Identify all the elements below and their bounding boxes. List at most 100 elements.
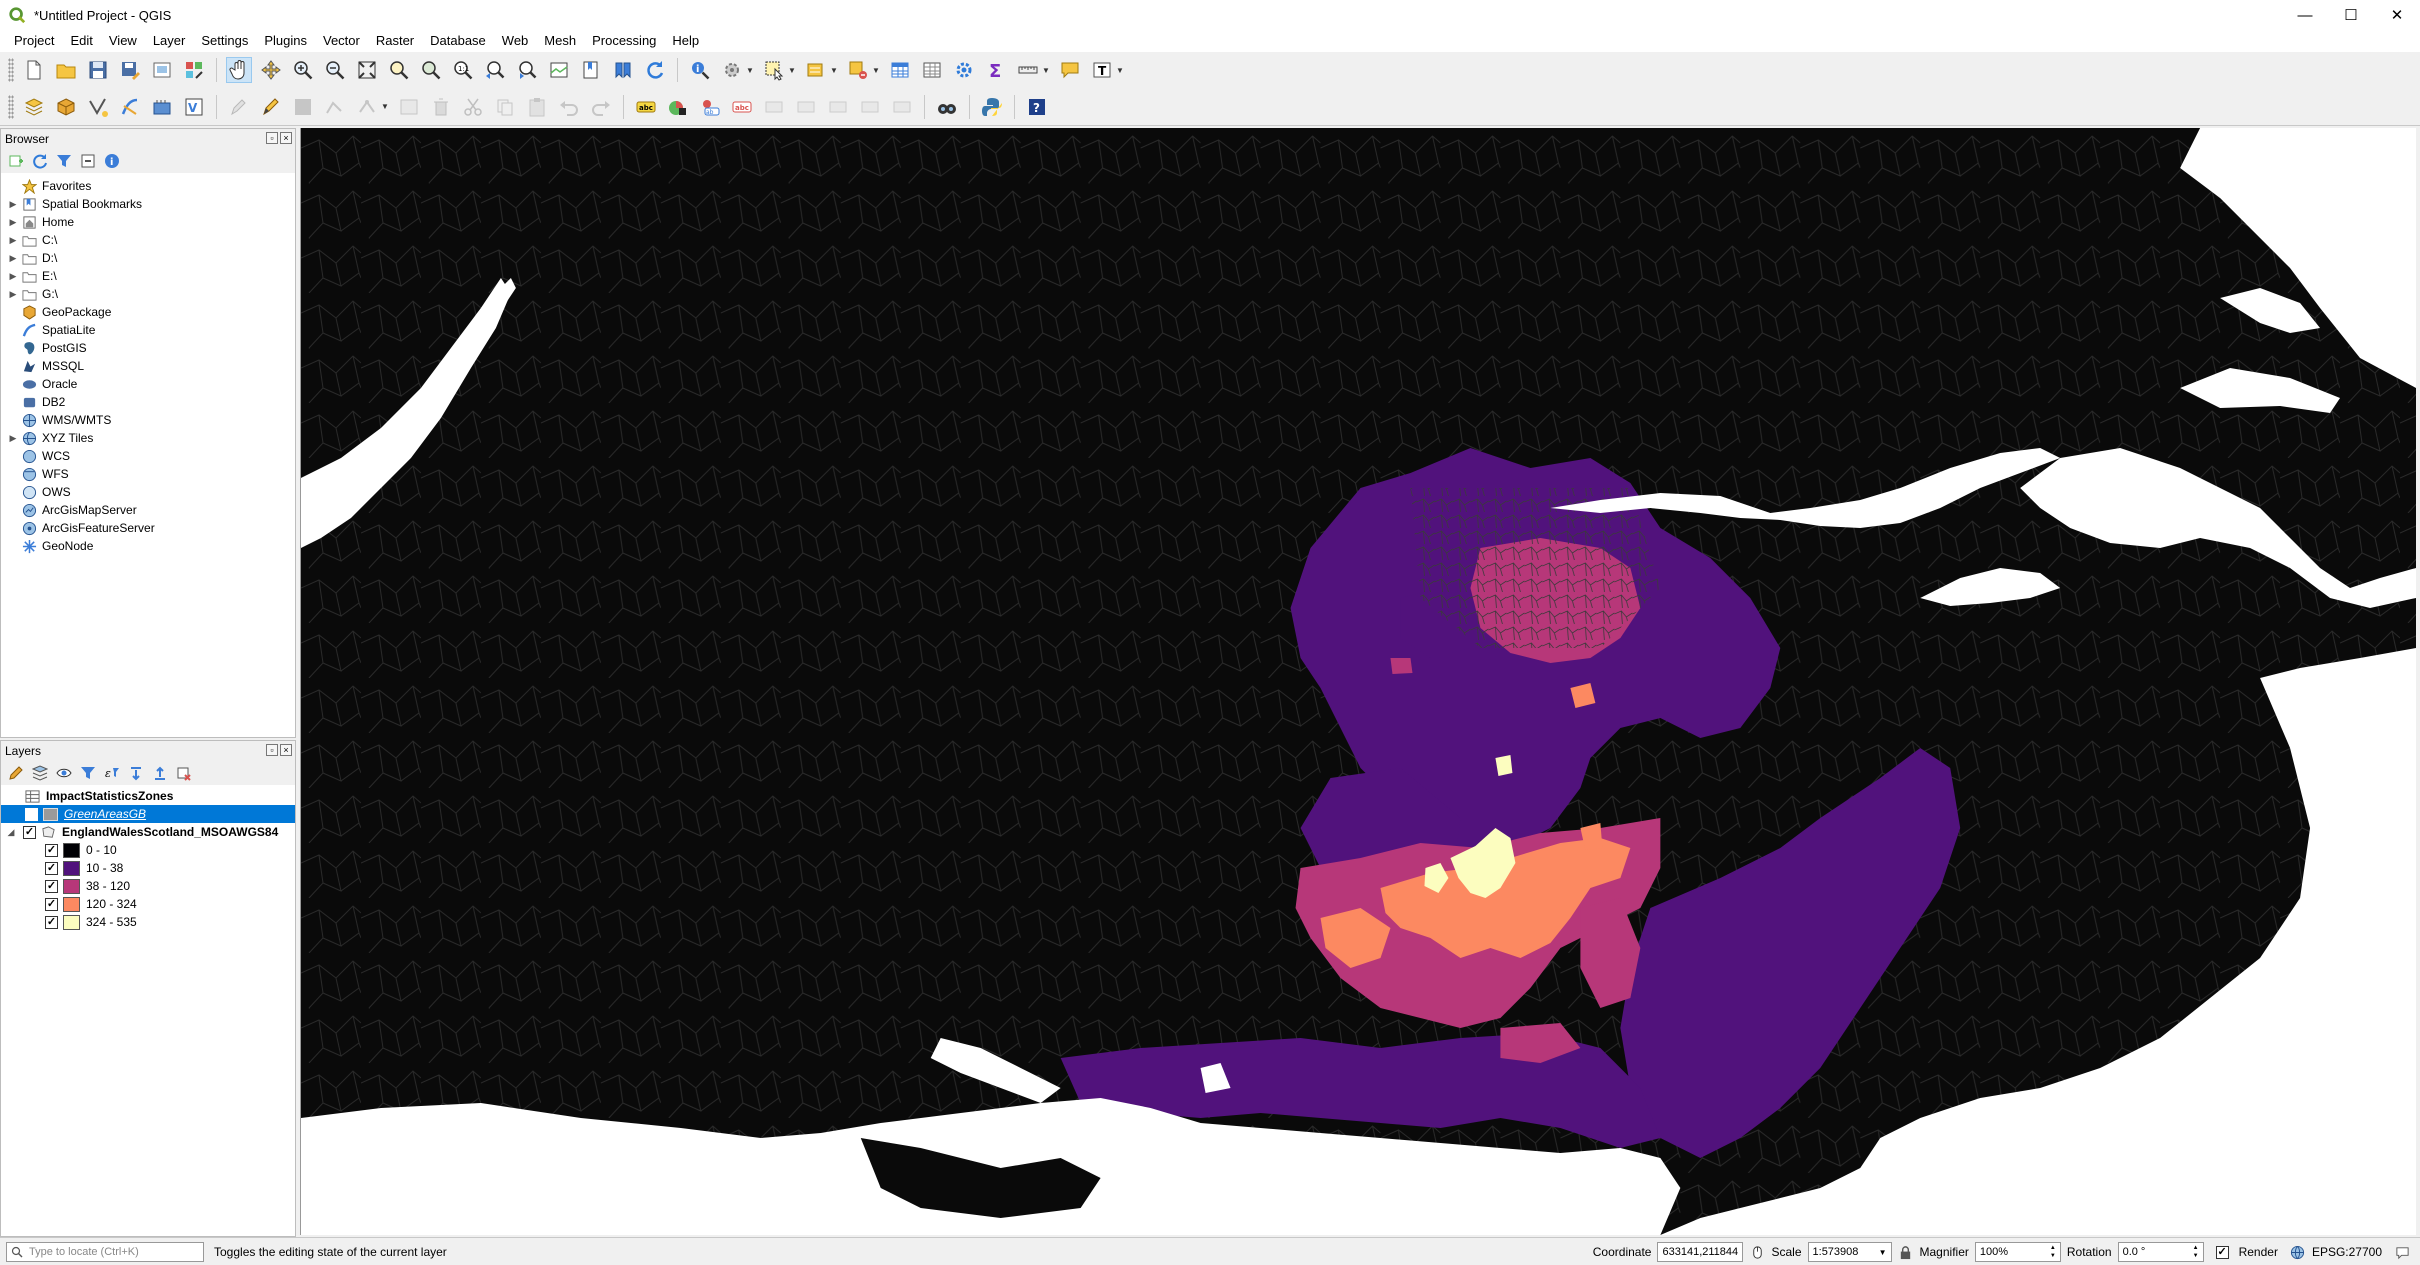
zoom-full-button[interactable] (354, 57, 380, 83)
locator-search[interactable]: Type to locate (Ctrl+K) (6, 1241, 204, 1262)
expand-arrow-icon[interactable]: ▶ (7, 289, 19, 300)
identify-features-button[interactable]: i (687, 57, 713, 83)
refresh-browser-button[interactable] (31, 152, 49, 170)
measure-dropdown[interactable]: ▼ (1042, 57, 1050, 83)
select-by-value-button[interactable] (803, 57, 829, 83)
vertex-dropdown[interactable]: ▼ (381, 94, 389, 120)
select-features-button[interactable] (761, 57, 787, 83)
new-spatialite-layer-button[interactable] (117, 94, 143, 120)
remove-layer-button[interactable] (175, 764, 193, 782)
menu-settings[interactable]: Settings (193, 30, 256, 52)
cut-features-button[interactable] (460, 94, 486, 120)
close-panel-button[interactable]: × (280, 744, 292, 756)
show-hide-labels-button[interactable] (857, 94, 883, 120)
menu-raster[interactable]: Raster (368, 30, 422, 52)
menu-edit[interactable]: Edit (62, 30, 100, 52)
filter-legend-button[interactable] (79, 764, 97, 782)
zoom-native-button[interactable]: 1:1 (450, 57, 476, 83)
expand-arrow-icon[interactable]: ▶ (7, 271, 19, 282)
crs-label[interactable]: EPSG:27700 (2312, 1245, 2382, 1259)
zoom-last-button[interactable] (482, 57, 508, 83)
paste-features-button[interactable] (524, 94, 550, 120)
refresh-button[interactable] (642, 57, 668, 83)
messages-button[interactable] (2394, 1244, 2410, 1260)
layer-diagram-button[interactable] (665, 94, 691, 120)
layer-visibility-checkbox[interactable]: ✓ (23, 825, 36, 839)
pan-to-selection-button[interactable] (258, 57, 284, 83)
show-bookmarks-button[interactable] (610, 57, 636, 83)
menu-plugins[interactable]: Plugins (256, 30, 315, 52)
zoom-in-button[interactable] (290, 57, 316, 83)
toolbar-grip[interactable] (8, 94, 14, 119)
deselect-dropdown[interactable]: ▼ (872, 57, 880, 83)
expand-arrow-icon[interactable]: ▶ (7, 235, 19, 246)
toggle-extents-button[interactable] (1749, 1244, 1765, 1260)
rotation-spinbox[interactable]: 0.0 ° ▲ ▼ (2117, 1242, 2204, 1262)
browser-item[interactable]: GeoNode (1, 537, 295, 555)
layer-labeling-button[interactable]: abc (633, 94, 659, 120)
new-map-view-button[interactable] (546, 57, 572, 83)
python-console-button[interactable] (979, 94, 1005, 120)
layer-impact-statistics-zones[interactable]: ImpactStatisticsZones (1, 787, 295, 805)
properties-button[interactable]: i (103, 152, 121, 170)
plugin-binoculars-button[interactable] (934, 94, 960, 120)
collapse-all-layers-button[interactable] (151, 764, 169, 782)
spin-arrows-icon[interactable]: ▲ ▼ (2050, 1244, 2056, 1260)
pan-map-button[interactable] (226, 57, 252, 83)
browser-item[interactable]: GeoPackage (1, 303, 295, 321)
legend-class-item[interactable]: ✓ 120 - 324 (1, 895, 295, 913)
menu-layer[interactable]: Layer (145, 30, 194, 52)
add-group-button[interactable] (31, 764, 49, 782)
browser-item[interactable]: ▶ G:\ (1, 285, 295, 303)
map-canvas[interactable] (300, 128, 2416, 1235)
new-project-button[interactable] (21, 57, 47, 83)
processing-toolbox-button[interactable] (951, 57, 977, 83)
toolbar-grip[interactable] (8, 58, 14, 82)
legend-class-checkbox[interactable]: ✓ (45, 861, 58, 875)
annotation-dropdown[interactable]: ▼ (1116, 57, 1124, 83)
collapse-arrow-icon[interactable]: ◢ (5, 827, 17, 838)
browser-item[interactable]: ArcGisMapServer (1, 501, 295, 519)
legend-class-item[interactable]: ✓ 10 - 38 (1, 859, 295, 877)
browser-item[interactable]: ▶ D:\ (1, 249, 295, 267)
zoom-to-selection-button[interactable] (386, 57, 412, 83)
action-dropdown[interactable]: ▼ (746, 57, 754, 83)
select-dropdown[interactable]: ▼ (788, 57, 796, 83)
save-project-button[interactable] (85, 57, 111, 83)
float-panel-button[interactable]: ▫ (266, 744, 278, 756)
legend-class-item[interactable]: ✓ 38 - 120 (1, 877, 295, 895)
browser-item[interactable]: WFS (1, 465, 295, 483)
current-edits-button[interactable] (226, 94, 252, 120)
menu-help[interactable]: Help (664, 30, 707, 52)
layer-visibility-checkbox[interactable] (25, 807, 38, 821)
crs-button[interactable] (2290, 1244, 2306, 1260)
undo-button[interactable] (556, 94, 582, 120)
browser-item[interactable]: WMS/WMTS (1, 411, 295, 429)
pin-labels-button[interactable]: ab (697, 94, 723, 120)
deselect-all-button[interactable] (845, 57, 871, 83)
vertex-tool-button[interactable] (354, 94, 380, 120)
expand-arrow-icon[interactable]: ▶ (7, 217, 19, 228)
menu-web[interactable]: Web (494, 30, 537, 52)
browser-item[interactable]: Favorites (1, 177, 295, 195)
data-source-manager-button[interactable] (21, 94, 47, 120)
new-virtual-layer-button[interactable]: V (181, 94, 207, 120)
menu-processing[interactable]: Processing (584, 30, 664, 52)
render-checkbox[interactable]: ✓ (2215, 1245, 2229, 1259)
browser-item[interactable]: ArcGisFeatureServer (1, 519, 295, 537)
legend-class-item[interactable]: ✓ 0 - 10 (1, 841, 295, 859)
menu-database[interactable]: Database (422, 30, 494, 52)
map-tips-button[interactable] (1057, 57, 1083, 83)
move-label-button[interactable] (761, 94, 787, 120)
toggle-editing-button[interactable] (258, 94, 284, 120)
collapse-all-button[interactable] (79, 152, 97, 170)
text-annotation-button[interactable]: T (1089, 57, 1115, 83)
whats-this-button[interactable]: ? (1024, 94, 1050, 120)
layer-msoa[interactable]: ◢ ✓ EnglandWalesScotland_MSOAWGS84 (1, 823, 295, 841)
close-panel-button[interactable]: × (280, 132, 292, 144)
new-shapefile-layer-button[interactable] (85, 94, 111, 120)
run-feature-action-button[interactable] (719, 57, 745, 83)
pin-diagrams-button[interactable] (889, 94, 915, 120)
save-edits-button[interactable] (290, 94, 316, 120)
menu-view[interactable]: View (101, 30, 145, 52)
